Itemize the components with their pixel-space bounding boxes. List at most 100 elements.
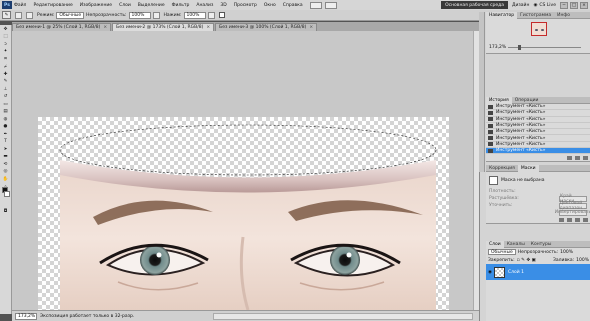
3d-rotate-tool-icon[interactable]: ⟲ bbox=[1, 161, 11, 168]
color-range-button[interactable]: Цветовой диапазон... bbox=[559, 201, 587, 211]
eye-icon[interactable]: ◉ bbox=[486, 270, 494, 275]
brush-panel-toggle-icon[interactable] bbox=[26, 11, 33, 19]
background-color-swatch[interactable] bbox=[4, 191, 10, 197]
document-canvas[interactable] bbox=[38, 117, 449, 310]
fill-value[interactable]: 100% bbox=[576, 258, 589, 263]
history-brush-tool-icon[interactable]: ↺ bbox=[1, 94, 11, 101]
close-button[interactable]: × bbox=[580, 1, 588, 9]
selection-marquee bbox=[59, 124, 437, 176]
navigator-slider-knob[interactable] bbox=[518, 45, 521, 50]
mode-select[interactable]: Обычные bbox=[56, 11, 85, 19]
healing-tool-icon[interactable]: ✚ bbox=[1, 71, 11, 78]
sample-checkbox[interactable] bbox=[218, 12, 225, 18]
menu-3d[interactable]: 3D bbox=[220, 3, 226, 8]
canvas-workspace[interactable] bbox=[12, 31, 479, 310]
path-select-tool-icon[interactable]: ➤ bbox=[1, 146, 11, 153]
brush-preset-icon[interactable]: ✎ bbox=[2, 11, 11, 19]
minimize-button[interactable]: − bbox=[560, 1, 568, 9]
mask-trash-icon[interactable] bbox=[583, 217, 588, 222]
menu-analysis[interactable]: Анализ bbox=[196, 3, 213, 8]
tab-paths[interactable]: Контуры bbox=[528, 241, 555, 248]
layers-panel: Слои Каналы Контуры Обычные Непрозрачнос… bbox=[486, 240, 590, 321]
status-bar: 173,2% Экспозиция работает только в 32-р… bbox=[12, 310, 479, 321]
tab-document-3[interactable]: Без имени-3 @ 100% (Слой 1, RGB/8) × bbox=[215, 23, 318, 31]
tab-close-icon[interactable]: × bbox=[309, 25, 313, 30]
invert-button[interactable]: Инвертировать bbox=[555, 209, 590, 216]
lasso-tool-icon[interactable]: ↄ bbox=[1, 41, 11, 48]
type-tool-icon[interactable]: T bbox=[1, 139, 11, 146]
cs-live-button[interactable]: ◉ CS Live bbox=[533, 3, 556, 8]
tab-document-1[interactable]: Без имени-1 @ 25% (Слой 1, RGB/8) × bbox=[12, 23, 112, 31]
tab-masks[interactable]: Маски bbox=[517, 164, 539, 172]
clone-stamp-tool-icon[interactable]: ⊥ bbox=[1, 86, 11, 93]
tab-channels[interactable]: Каналы bbox=[504, 241, 528, 248]
marquee-tool-icon[interactable]: ⬚ bbox=[1, 34, 11, 41]
shape-tool-icon[interactable]: ▬ bbox=[1, 154, 11, 161]
tab-navigator[interactable]: Навигатор bbox=[486, 11, 518, 19]
layer-row[interactable]: ◉ Слой 1 bbox=[486, 264, 590, 280]
tab-label: Без имени-2 @ 173% (Слой 1, RGB/8) bbox=[116, 25, 204, 30]
tab-close-icon[interactable]: × bbox=[206, 25, 210, 30]
tab-actions[interactable]: Операции bbox=[512, 97, 542, 104]
brush-history-icon bbox=[488, 142, 493, 147]
tab-info[interactable]: Инфо bbox=[554, 12, 573, 19]
3d-orbit-tool-icon[interactable]: ◎ bbox=[1, 169, 11, 176]
workspace-design[interactable]: Дизайн bbox=[512, 3, 529, 8]
airbrush-icon[interactable] bbox=[207, 11, 215, 19]
menu-layers[interactable]: Слои bbox=[119, 3, 131, 8]
quick-select-tool-icon[interactable]: ✦ bbox=[1, 49, 11, 56]
photoshop-logo: Ps bbox=[2, 1, 12, 9]
navigator-thumbnail[interactable] bbox=[531, 22, 547, 36]
eraser-tool-icon[interactable]: ▭ bbox=[1, 101, 11, 108]
load-selection-icon[interactable] bbox=[559, 217, 564, 222]
blur-tool-icon[interactable]: ◍ bbox=[1, 116, 11, 123]
move-tool-icon[interactable]: ✥ bbox=[1, 26, 11, 33]
masks-footer bbox=[486, 216, 590, 223]
bridge-icon[interactable] bbox=[309, 1, 322, 9]
zoom-field[interactable]: 173,2% bbox=[15, 312, 37, 320]
layer-name[interactable]: Слой 1 bbox=[508, 270, 524, 275]
restore-button[interactable]: □ bbox=[570, 1, 578, 9]
menu-file[interactable]: Файл bbox=[14, 3, 26, 8]
hand-tool-icon[interactable]: ✋ bbox=[1, 176, 11, 183]
document-tabs: Без имени-1 @ 25% (Слой 1, RGB/8) × Без … bbox=[12, 22, 479, 31]
tab-layers[interactable]: Слои bbox=[486, 240, 504, 248]
menu-filter[interactable]: Фильтр bbox=[172, 3, 190, 8]
tab-document-2[interactable]: Без имени-2 @ 173% (Слой 1, RGB/8) × bbox=[112, 23, 215, 31]
navigator-zoom[interactable]: 173,2% bbox=[489, 45, 506, 50]
workspace-switcher[interactable]: Основная рабочая среда bbox=[441, 1, 508, 9]
tab-history[interactable]: История bbox=[486, 96, 512, 104]
pressure-opacity-icon[interactable] bbox=[152, 11, 160, 19]
trash-icon[interactable] bbox=[583, 155, 588, 160]
new-snapshot-icon[interactable] bbox=[575, 155, 580, 160]
tab-close-icon[interactable]: × bbox=[103, 25, 107, 30]
tab-histogram[interactable]: Гистограмма bbox=[517, 12, 554, 19]
menu-image[interactable]: Изображение bbox=[80, 3, 112, 8]
brush-tool-icon[interactable]: ✎ bbox=[1, 79, 11, 86]
menu-edit[interactable]: Редактирование bbox=[33, 3, 72, 8]
tab-adjustments[interactable]: Коррекция bbox=[486, 165, 518, 172]
apply-mask-icon[interactable] bbox=[567, 217, 572, 222]
menu-window[interactable]: Окно bbox=[264, 3, 276, 8]
brush-history-icon bbox=[488, 136, 493, 141]
flow-field[interactable]: 100% bbox=[183, 11, 206, 19]
horizontal-scrollbar[interactable] bbox=[213, 312, 473, 320]
eyedropper-tool-icon[interactable]: ⌿ bbox=[1, 64, 11, 71]
crop-tool-icon[interactable]: ⌗ bbox=[1, 56, 11, 63]
menu-select[interactable]: Выделение bbox=[138, 3, 165, 8]
menu-help[interactable]: Справка bbox=[283, 3, 303, 8]
gradient-tool-icon[interactable]: ▤ bbox=[1, 109, 11, 116]
menu-view[interactable]: Просмотр bbox=[234, 3, 257, 8]
minibridge-icon[interactable] bbox=[324, 1, 337, 9]
mask-visibility-icon[interactable] bbox=[575, 217, 580, 222]
brush-size-picker[interactable] bbox=[15, 11, 22, 19]
dodge-tool-icon[interactable]: ● bbox=[1, 124, 11, 131]
layer-opacity-value[interactable]: 100% bbox=[560, 250, 573, 255]
mask-icon bbox=[489, 175, 498, 185]
opacity-field[interactable]: 100% bbox=[128, 11, 151, 19]
lock-icons[interactable]: ▫ ✎ ✥ ▣ bbox=[517, 258, 536, 263]
pen-tool-icon[interactable]: ✒ bbox=[1, 131, 11, 138]
new-document-icon[interactable] bbox=[567, 155, 572, 160]
quick-mask-icon[interactable]: ◘ bbox=[1, 208, 11, 215]
blend-mode-select[interactable]: Обычные bbox=[488, 249, 516, 255]
